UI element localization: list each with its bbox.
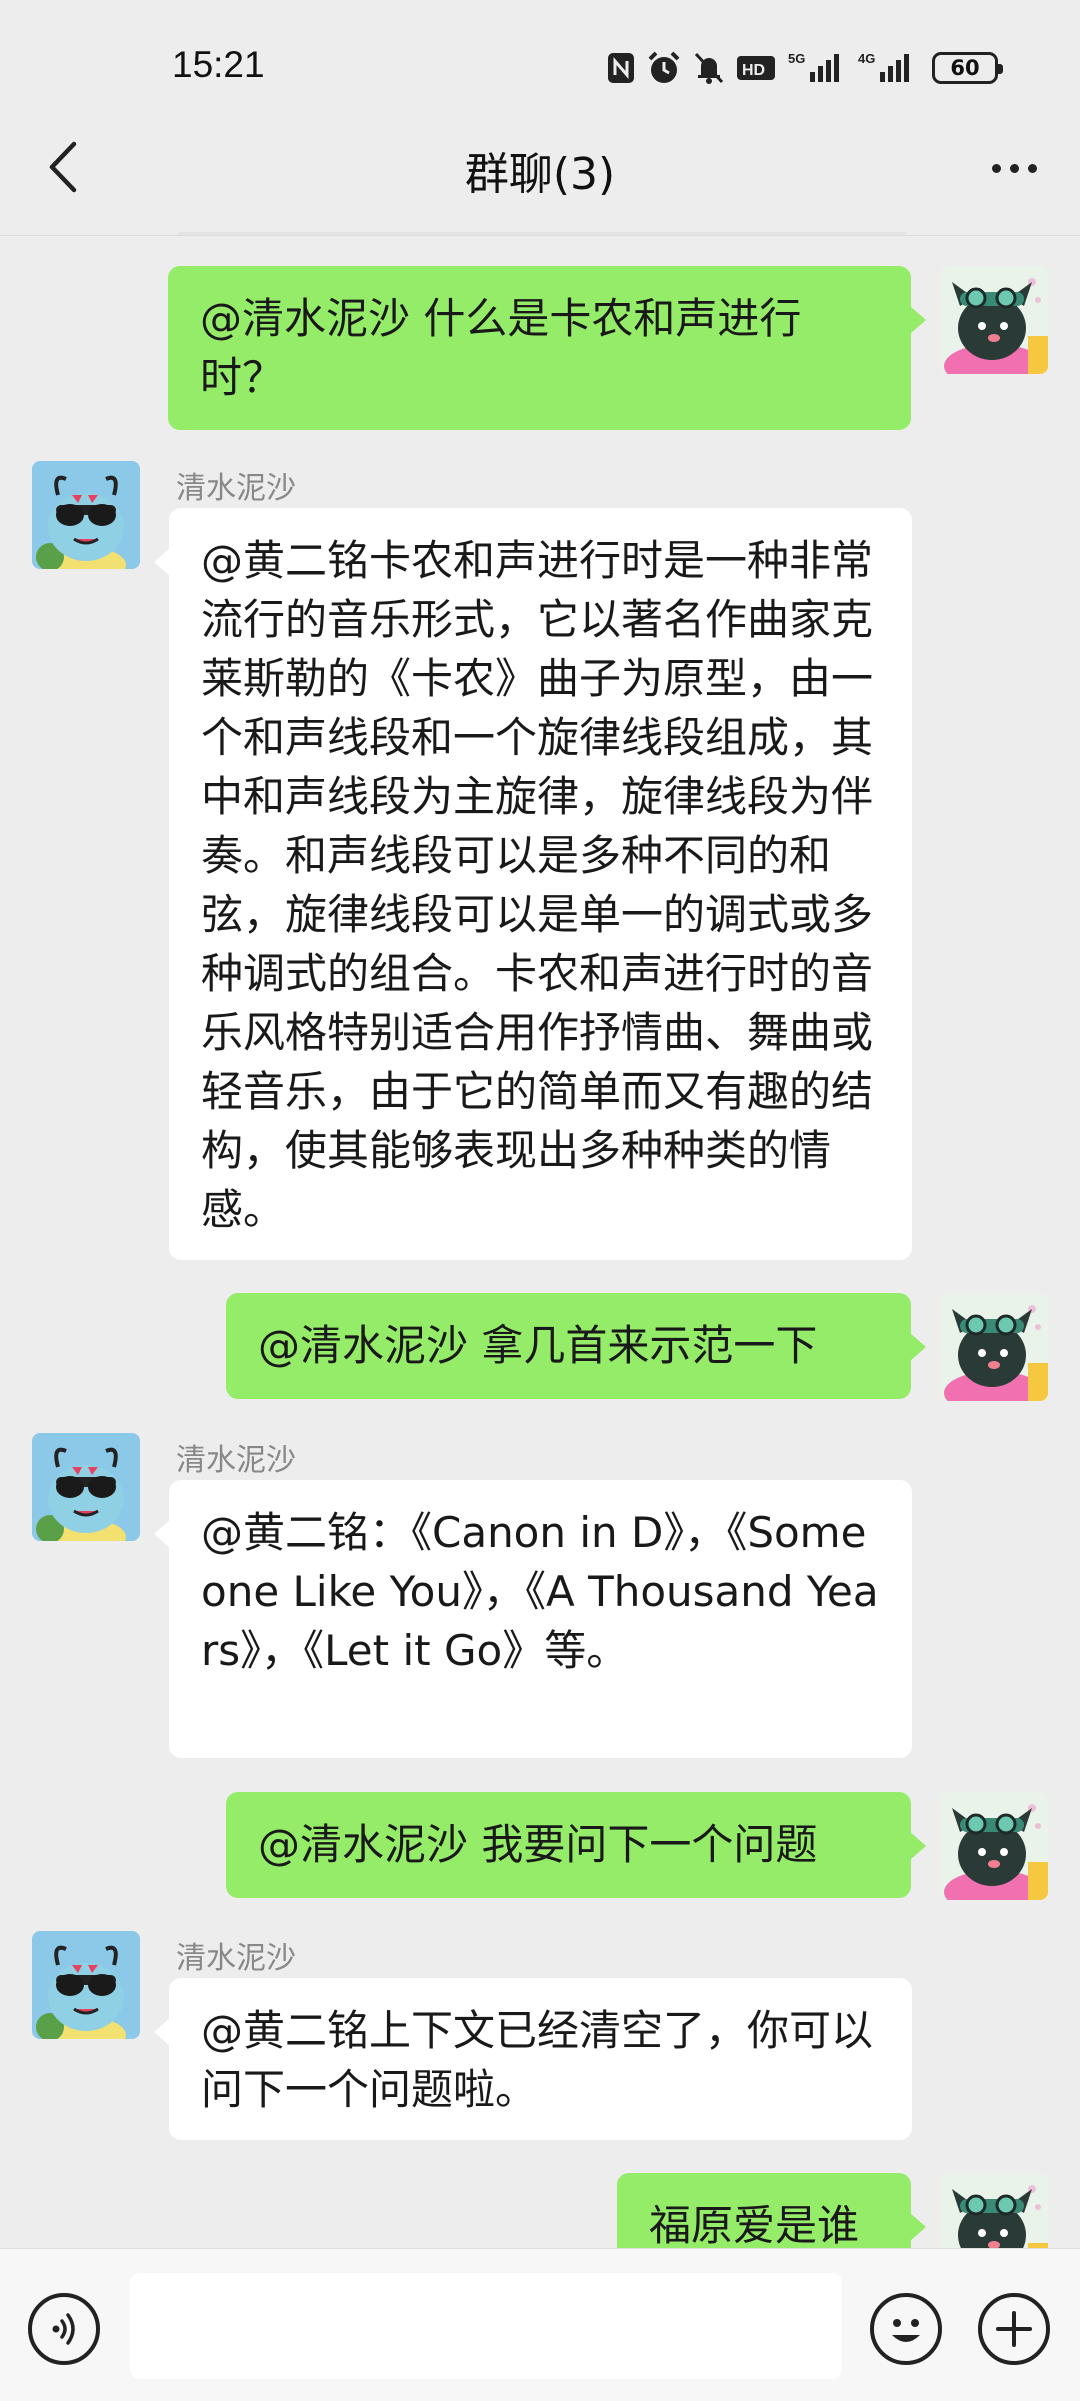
battery-icon: 60 (932, 52, 1003, 84)
message-text: @黄二铭上下文已经清空了，你可以问下一个问题啦。 (201, 2006, 874, 2114)
more-options-button[interactable] (974, 138, 1054, 198)
scroll-divider (178, 232, 906, 235)
message-text: @黄二铭卡农和声进行时是一种非常流行的音乐形式，它以著名作曲家克莱斯勒的《卡农》… (201, 536, 874, 1234)
sender-name: 清水泥沙 (176, 471, 296, 506)
5g-signal-icon: 5G (786, 50, 846, 86)
message-bubble-outgoing[interactable]: @清水泥沙 什么是卡农和声进行时？ (168, 266, 926, 430)
svg-text:HD: HD (742, 62, 765, 79)
avatar[interactable] (940, 1792, 1048, 1900)
avatar[interactable] (940, 1293, 1048, 1401)
voice-icon (52, 2313, 75, 2345)
status-icons: HD 5G 4G 60 (606, 48, 1003, 88)
more-dot (991, 163, 1001, 173)
message-bubble-incoming[interactable]: @黄二铭卡农和声进行时是一种非常流行的音乐形式，它以著名作曲家克莱斯勒的《卡农》… (154, 508, 912, 1260)
more-dot (1009, 163, 1019, 173)
avatar[interactable] (32, 1433, 140, 1541)
sender-name: 清水泥沙 (176, 1443, 296, 1478)
message-text: @黄二铭：《Canon in D》，《Someone Like You》，《A … (201, 1508, 879, 1675)
input-bar (0, 2248, 1080, 2401)
sender-name: 清水泥沙 (176, 1941, 296, 1976)
svg-text:5G: 5G (788, 51, 805, 66)
mute-icon (692, 50, 726, 86)
avatar[interactable] (32, 1931, 140, 2039)
emoji-button[interactable] (870, 2293, 942, 2365)
emoji-icon (892, 2319, 920, 2342)
status-time: 15:21 (172, 44, 265, 85)
more-dot (1027, 163, 1037, 173)
message-text: @清水泥沙 什么是卡农和声进行时？ (200, 294, 802, 402)
alarm-icon (646, 50, 682, 86)
page-title: 群聊(3) (464, 149, 616, 200)
message-text: 福原爱是谁 (649, 2201, 860, 2250)
avatar[interactable] (32, 461, 140, 569)
more-functions-button[interactable] (978, 2293, 1050, 2365)
message-input[interactable] (130, 2273, 842, 2379)
plus-icon (996, 2311, 1032, 2347)
voice-input-button[interactable] (28, 2293, 100, 2365)
message-bubble-outgoing[interactable]: @清水泥沙 拿几首来示范一下 (226, 1293, 926, 1399)
message-bubble-incoming[interactable]: @黄二铭：《Canon in D》，《Someone Like You》，《A … (154, 1480, 912, 1758)
svg-text:4G: 4G (858, 51, 875, 66)
message-text: @清水泥沙 拿几首来示范一下 (258, 1321, 818, 1370)
message-bubble-outgoing[interactable]: @清水泥沙 我要问下一个问题 (226, 1792, 926, 1898)
hd-icon: HD (736, 50, 776, 86)
message-text: @清水泥沙 我要问下一个问题 (258, 1820, 818, 1869)
message-bubble-incoming[interactable]: @黄二铭上下文已经清空了，你可以问下一个问题啦。 (154, 1978, 912, 2140)
nfc-icon (606, 50, 636, 86)
avatar[interactable] (940, 266, 1048, 374)
4g-signal-icon: 4G (856, 50, 916, 86)
chat-header: 群聊(3) (0, 100, 1080, 236)
